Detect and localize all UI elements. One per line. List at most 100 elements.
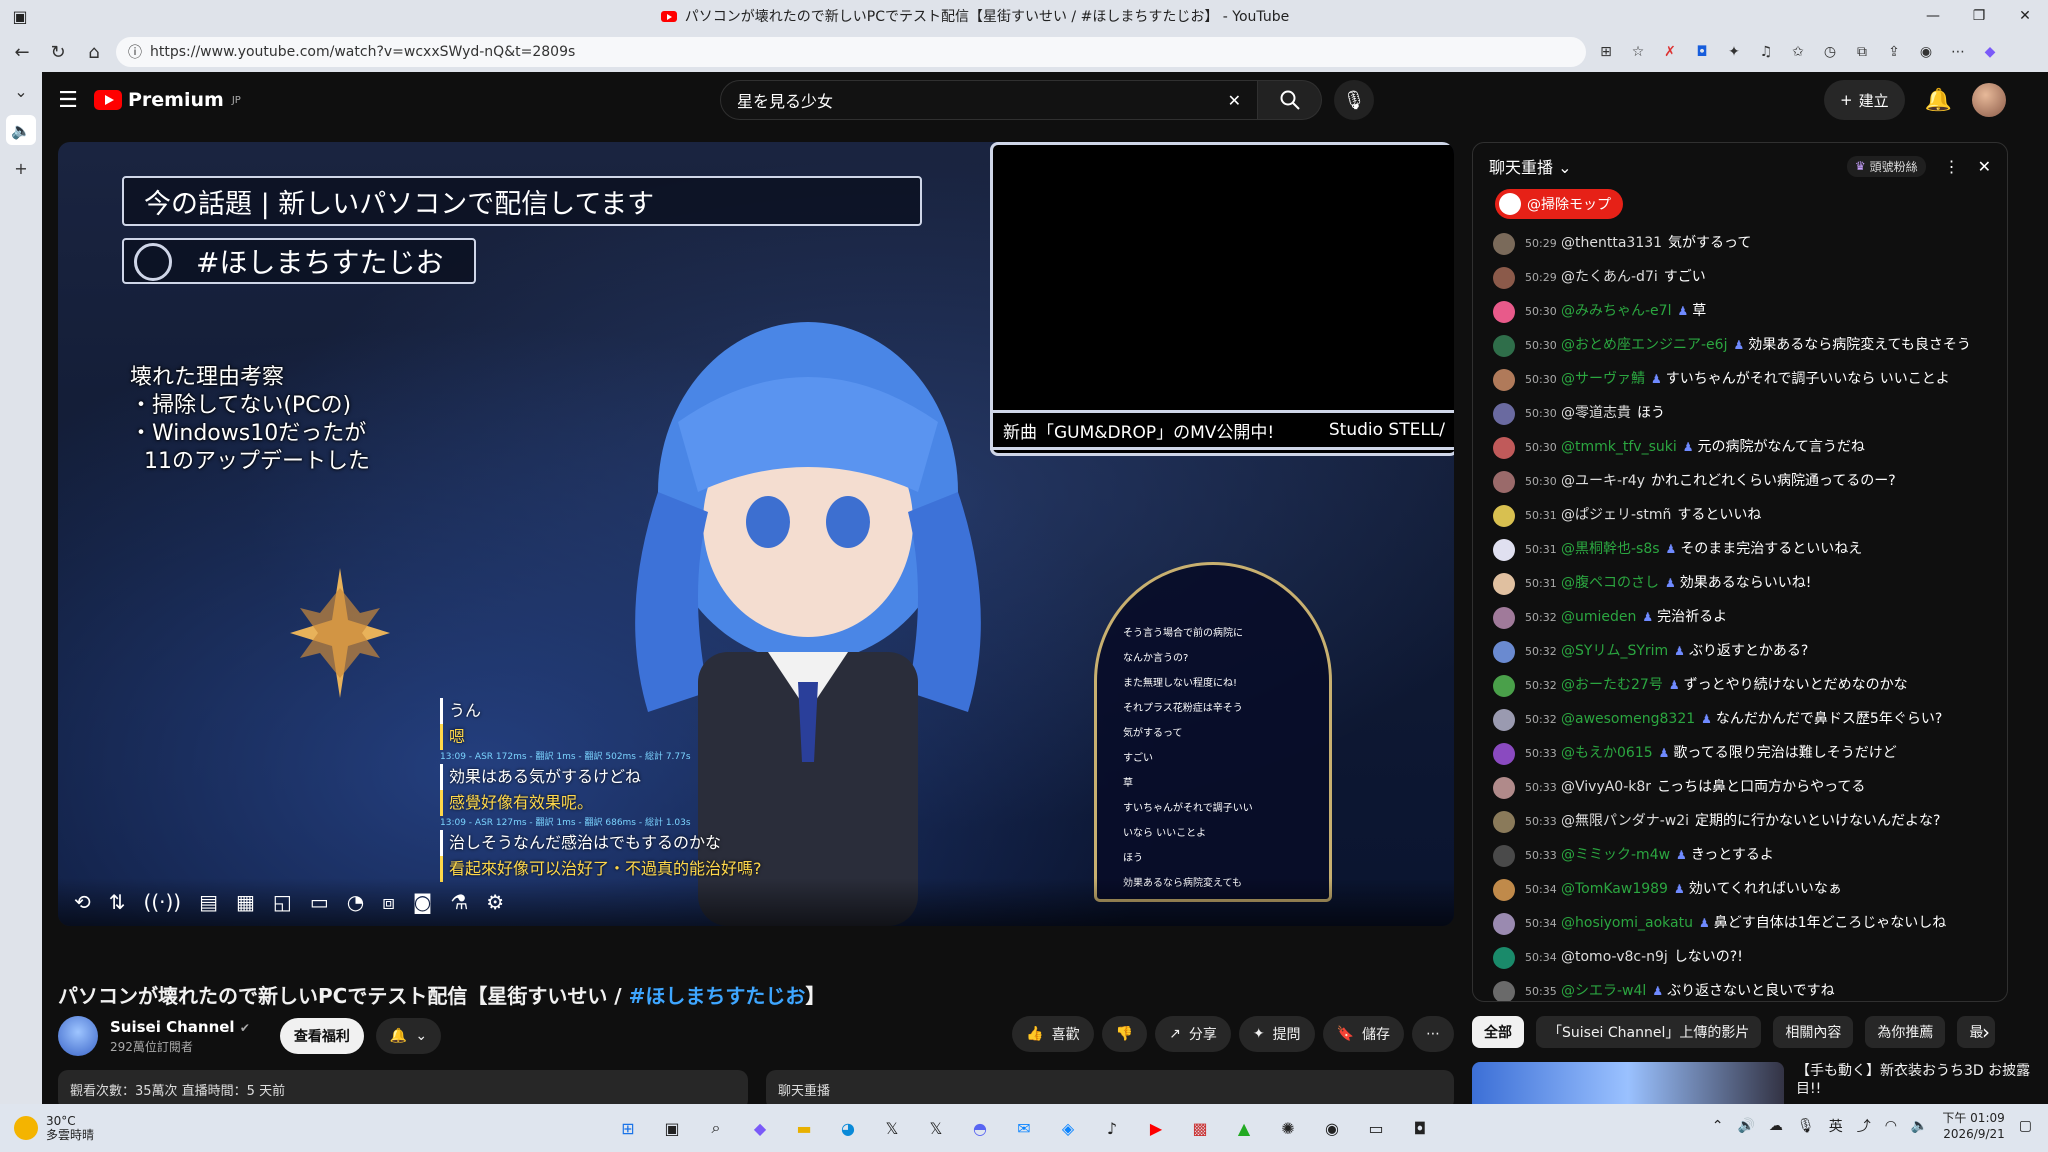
share-icon[interactable]: ⇪ — [1882, 40, 1906, 64]
chat-message[interactable]: 50:32 @awesomeng8321 ♟ なんだかんだで鼻ドス歴5年ぐらい? — [1493, 709, 1979, 731]
theater-icon[interactable]: ▭ — [310, 890, 329, 914]
tab-audio-icon[interactable]: 🔈 — [6, 115, 36, 145]
search-button[interactable] — [1258, 80, 1322, 120]
voicemeeter-icon[interactable]: ▩ — [1184, 1112, 1216, 1144]
ime-mode-icon[interactable]: ⤴ — [1857, 1116, 1871, 1136]
messenger-icon[interactable]: ✉ — [1008, 1112, 1040, 1144]
restore-icon[interactable]: ❐ — [1956, 8, 2002, 24]
chip-3[interactable]: 為你推薦 — [1865, 1016, 1946, 1048]
chat-mode-dropdown[interactable]: 聊天重播 ⌄ — [1489, 154, 1572, 178]
chat-author-name[interactable]: @ミミック-m4w — [1561, 847, 1670, 863]
url-input[interactable]: ⓘ https://www.youtube.com/watch?v=wcxxSW… — [116, 37, 1586, 67]
chat-more-icon[interactable]: ⋮ — [1944, 157, 1960, 176]
app-available-icon[interactable]: ⊞ — [1594, 40, 1618, 64]
workspaces-icon[interactable]: ▣ — [0, 7, 40, 26]
weather-widget[interactable]: 30°C 多雲時晴 — [0, 1114, 180, 1142]
extension-puzzle-icon[interactable]: ✦ — [1722, 40, 1746, 64]
chat-message[interactable]: 50:31 @腹ペコのさし ♟ 効果あるならいいね! — [1493, 573, 1979, 595]
discord-icon[interactable]: ◓ — [964, 1112, 996, 1144]
chatgpt-icon[interactable]: ✺ — [1272, 1112, 1304, 1144]
task-view-icon[interactable]: ▣ — [656, 1112, 688, 1144]
chat-author-avatar[interactable] — [1493, 777, 1515, 799]
copilot-app-icon[interactable]: ◆ — [744, 1112, 776, 1144]
volume-icon[interactable]: 🔊 — [1737, 1118, 1754, 1134]
chat-message[interactable]: 50:32 @おーたむ27号 ♟ ずっとやり続けないとだめなのかな — [1493, 675, 1979, 697]
clear-search-icon[interactable]: ✕ — [1228, 91, 1241, 110]
new-tab-icon[interactable]: + — [14, 159, 27, 178]
chat-author-avatar[interactable] — [1493, 913, 1515, 935]
app-blue-icon[interactable]: ◈ — [1052, 1112, 1084, 1144]
close-window-icon[interactable]: ✕ — [2002, 8, 2048, 24]
clip-icon[interactable]: ▦ — [236, 890, 255, 914]
flask-icon[interactable]: ⚗ — [450, 890, 468, 914]
speed-icon[interactable]: ◔ — [347, 890, 364, 914]
chat-author-avatar[interactable] — [1493, 403, 1515, 425]
chat-author-avatar[interactable] — [1493, 845, 1515, 867]
chat-author-name[interactable]: @TomKaw1989 — [1561, 881, 1668, 897]
chip-1[interactable]: 「Suisei Channel」上傳的影片 — [1536, 1016, 1762, 1048]
chat-author-avatar[interactable] — [1493, 607, 1515, 629]
channel-avatar[interactable] — [58, 1016, 98, 1056]
chat-author-name[interactable]: @おーたむ27号 — [1561, 677, 1663, 693]
miniplayer-icon[interactable]: ◱ — [273, 890, 292, 914]
chat-author-name[interactable]: @零道志貴 — [1561, 405, 1631, 421]
home-icon[interactable]: ⌂ — [80, 42, 108, 63]
ask-button[interactable]: ✦ 提問 — [1238, 1016, 1315, 1052]
chevron-down-icon[interactable]: ⌄ — [14, 82, 27, 101]
chat-message[interactable]: 50:31 @黒桐幹也-s8s ♟ そのまま完治するといいねえ — [1493, 539, 1979, 561]
chat-message[interactable]: 50:30 @零道志貴 ほう — [1493, 403, 1979, 425]
app-green-icon[interactable]: ▲ — [1228, 1112, 1260, 1144]
close-chat-icon[interactable]: ✕ — [1978, 157, 1991, 176]
camera-icon[interactable]: ◙ — [413, 890, 432, 914]
chat-message[interactable]: 50:34 @TomKaw1989 ♟ 効いてくれればいいなぁ — [1493, 879, 1979, 901]
chat-message[interactable]: 50:29 @たくあん-d7i すごい — [1493, 267, 1979, 289]
chat-message[interactable]: 50:35 @シエラ-w4l ♟ ぶり返さないと良いですね — [1493, 981, 1979, 1001]
subscribed-bell-button[interactable]: 🔔 ⌄ — [375, 1018, 442, 1054]
chat-message[interactable]: 50:34 @hosiyomi_aokatu ♟ 鼻どす自体は1年どころじゃないしね — [1493, 913, 1979, 935]
title-hashtag-link[interactable]: #ほしまちすたじお — [629, 984, 806, 1008]
chip-0[interactable]: 全部 — [1472, 1016, 1524, 1048]
back-icon[interactable]: ← — [8, 42, 36, 63]
recommendation-title[interactable]: 【手も動く】新衣装おうち3D お披露目!! — [1796, 1062, 2034, 1104]
sort-icon[interactable]: ⇅ — [109, 890, 126, 914]
chat-message[interactable]: 50:32 @umieden ♟ 完治祈るよ — [1493, 607, 1979, 629]
extension-bitwarden-icon[interactable]: ◘ — [1690, 40, 1714, 64]
voice-search-button[interactable]: 🎙 — [1334, 80, 1374, 120]
profile-icon[interactable]: ◉ — [1914, 40, 1938, 64]
chat-message[interactable]: 50:30 @tmmk_tfv_suki ♟ 元の病院がなんて言うだね — [1493, 437, 1979, 459]
chat-message[interactable]: 50:34 @tomo-v8c-n9j しないの?! — [1493, 947, 1979, 969]
chat-author-avatar[interactable] — [1493, 947, 1515, 969]
cc-icon[interactable]: ▤ — [199, 890, 218, 914]
history-icon[interactable]: ◷ — [1818, 40, 1842, 64]
pip-icon[interactable]: ⧈ — [382, 890, 395, 914]
chat-author-avatar[interactable] — [1493, 743, 1515, 765]
site-info-icon[interactable]: ⓘ — [128, 42, 142, 62]
video-player[interactable]: 今の話題 | 新しいパソコンで配信してます #ほしまちすたじお 壊れた理由考察 … — [58, 142, 1454, 926]
chat-message[interactable]: 50:33 @ミミック-m4w ♟ きっとするよ — [1493, 845, 1979, 867]
wifi-icon[interactable]: ◠ — [1885, 1118, 1897, 1134]
extension-x-icon[interactable]: ✗ — [1658, 40, 1682, 64]
chat-author-avatar[interactable] — [1493, 233, 1515, 255]
chat-message[interactable]: 50:30 @ユーキ-r4y かれこれどれくらい病院通ってるのー? — [1493, 471, 1979, 493]
chat-message[interactable]: 50:30 @サーヴァ鯖 ♟ すいちゃんがそれで調子いいなら いいことよ — [1493, 369, 1979, 391]
youtube-app-icon[interactable]: ▶ — [1140, 1112, 1172, 1144]
mic-icon[interactable]: 🎙 — [1797, 1118, 1815, 1134]
chat-author-name[interactable]: @たくあん-d7i — [1561, 269, 1658, 285]
dislike-button[interactable]: 👎 — [1101, 1016, 1148, 1052]
notification-center-icon[interactable]: ▢ — [2019, 1118, 2032, 1134]
menu-icon[interactable]: ☰ — [42, 88, 94, 113]
chat-message[interactable]: 50:33 @VivyA0-k8r こっちは鼻と口両方からやってる — [1493, 777, 1979, 799]
x-app-second-icon[interactable]: 𝕏 — [920, 1112, 952, 1144]
chips-next-icon[interactable]: › — [1982, 1020, 1990, 1044]
account-avatar[interactable] — [1972, 83, 2006, 117]
chat-author-avatar[interactable] — [1493, 369, 1515, 391]
clock[interactable]: 下午 01:09 2026/9/21 — [1942, 1110, 2004, 1142]
copilot-icon[interactable]: ◆ — [1978, 40, 2002, 64]
channel-name[interactable]: Suisei Channel ✔ — [110, 1018, 250, 1036]
chat-message[interactable]: 50:30 @みみちゃん-e7l ♟ 草 — [1493, 301, 1979, 323]
x-app-icon[interactable]: 𝕏 — [876, 1112, 908, 1144]
chat-author-avatar[interactable] — [1493, 539, 1515, 561]
recommendation-thumbnail[interactable] — [1472, 1062, 1784, 1104]
chat-author-avatar[interactable] — [1493, 981, 1515, 1001]
chat-author-name[interactable]: @みみちゃん-e7l — [1561, 303, 1671, 319]
